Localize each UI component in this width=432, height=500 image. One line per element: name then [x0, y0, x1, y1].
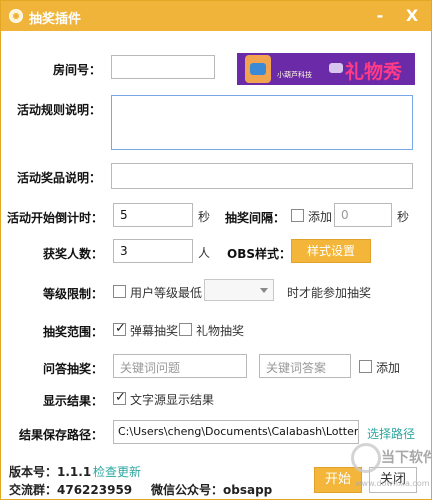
- check-update-link[interactable]: 检查更新: [93, 463, 141, 480]
- app-icon: [9, 9, 23, 23]
- winners-input[interactable]: 3: [113, 239, 193, 263]
- danmu-lottery-label: 弹幕抽奖: [130, 324, 179, 338]
- countdown-label: 活动开始倒计时：: [7, 211, 104, 225]
- logo-badge-icon: [329, 63, 343, 73]
- chevron-down-icon: [260, 288, 268, 293]
- watermark-logo-icon: [351, 443, 381, 473]
- qa-label: 问答抽奖：: [42, 362, 103, 376]
- qa-add-label: 添加: [376, 361, 401, 375]
- save-path-label: 结果保存路径：: [18, 428, 103, 442]
- display-result-label: 文字源显示结果: [130, 393, 215, 407]
- interval-checkbox[interactable]: [291, 209, 304, 222]
- save-path-input[interactable]: C:\Users\cheng\Documents\Calabash\Lotter…: [113, 420, 359, 444]
- qa-add-checkbox[interactable]: [359, 360, 372, 373]
- prize-input[interactable]: [111, 163, 413, 189]
- title-bar: 抽奖插件 - X: [1, 1, 431, 31]
- display-result-checkbox[interactable]: [113, 390, 126, 405]
- answer-input[interactable]: 关键词答案: [259, 354, 351, 378]
- winners-label: 获奖人数：: [42, 247, 103, 261]
- countdown-unit: 秒: [198, 210, 211, 224]
- minimize-button[interactable]: -: [369, 5, 391, 27]
- choose-path-link[interactable]: 选择路径: [367, 425, 415, 442]
- group-label: 交流群：476223959: [9, 483, 133, 497]
- danmu-lottery-checkbox[interactable]: [113, 321, 126, 336]
- interval-input[interactable]: 0: [334, 203, 392, 227]
- obs-label: OBS样式：: [227, 247, 291, 261]
- winners-unit: 人: [198, 246, 211, 260]
- countdown-input[interactable]: 5: [113, 203, 193, 227]
- gift-lottery-checkbox[interactable]: [179, 323, 192, 336]
- rules-textarea[interactable]: [111, 95, 413, 150]
- mascot-icon: [245, 55, 271, 83]
- interval-unit: 秒: [397, 210, 410, 224]
- version-label: 版本号：1.1.1: [9, 465, 92, 479]
- level-label: 等级限制：: [42, 287, 103, 301]
- plugin-window: 抽奖插件 - X 房间号： 小葫芦科技 礼物秀 活动规则说明： 活动奖品说明： …: [0, 0, 432, 500]
- wechat-label: 微信公众号：obsapp: [151, 483, 273, 497]
- rules-label: 活动规则说明：: [16, 103, 101, 117]
- display-label: 显示结果：: [42, 394, 103, 408]
- interval-label: 抽奖间隔：: [225, 211, 286, 225]
- gift-show-logo: 小葫芦科技 礼物秀: [237, 53, 415, 85]
- watermark-url: www.downxia.com: [355, 479, 430, 488]
- room-input[interactable]: [111, 55, 215, 79]
- question-input[interactable]: 关键词问题: [113, 354, 247, 378]
- watermark-text: 当下软件园: [381, 450, 431, 466]
- level-select[interactable]: [204, 279, 274, 301]
- watermark: 当下软件园 www.downxia.com: [351, 441, 431, 497]
- interval-checkbox-label: 添加: [308, 210, 333, 224]
- style-settings-button[interactable]: 样式设置: [291, 239, 371, 263]
- level-suffix: 时才能参加抽奖: [287, 286, 372, 300]
- prize-label: 活动奖品说明：: [16, 171, 101, 185]
- level-checkbox[interactable]: [113, 285, 126, 298]
- room-label: 房间号：: [52, 63, 101, 77]
- logo-caption: 小葫芦科技: [277, 71, 312, 79]
- scope-label: 抽奖范围：: [42, 325, 103, 339]
- logo-text: 礼物秀: [345, 61, 403, 83]
- close-window-button[interactable]: X: [401, 5, 423, 27]
- window-title: 抽奖插件: [29, 12, 82, 27]
- level-checkbox-label: 用户等级最低: [130, 286, 203, 300]
- gift-lottery-label: 礼物抽奖: [196, 324, 245, 338]
